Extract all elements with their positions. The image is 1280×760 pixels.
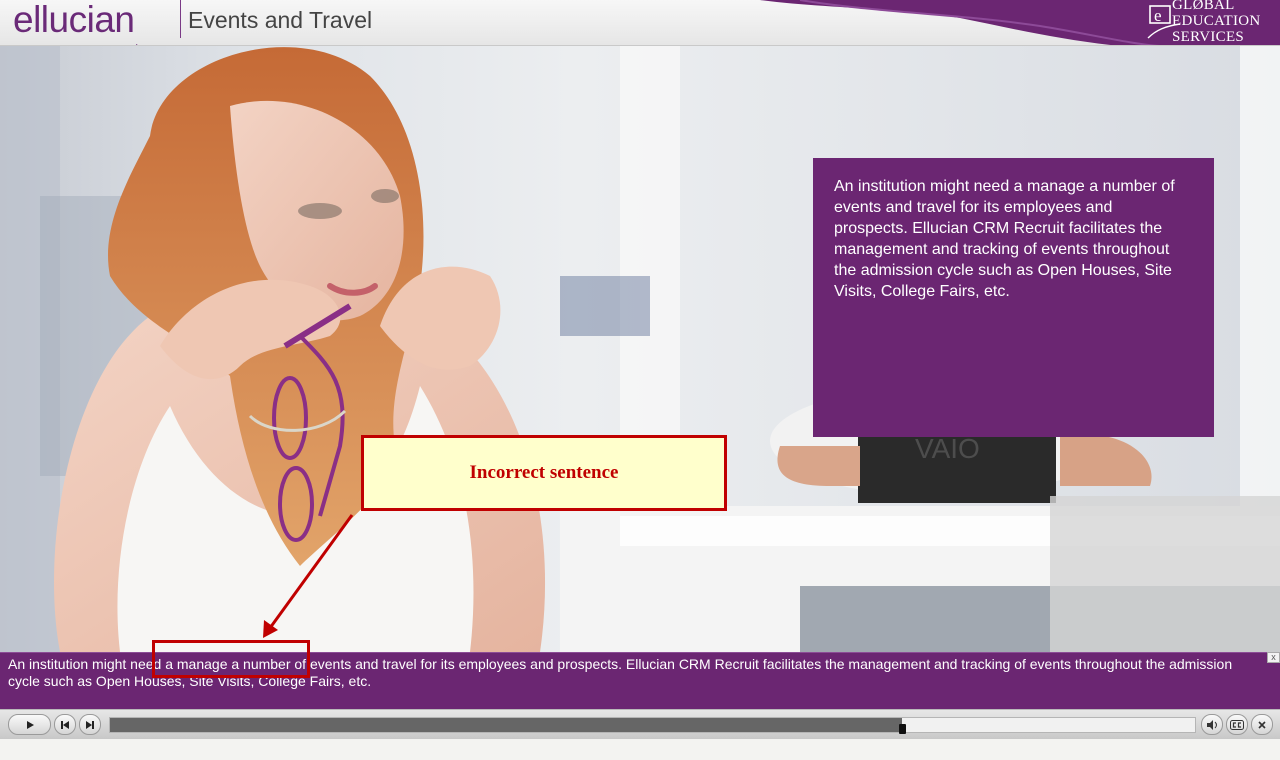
annotation-callout: Incorrect sentence [361,435,727,511]
progress-scrubber-handle[interactable] [899,724,907,734]
ellucian-logo: ellucian. [13,0,138,46]
annotation-arrow-icon [263,514,354,638]
close-player-button[interactable] [1251,714,1273,735]
closed-captions-button[interactable] [1226,714,1248,735]
brand-mark-letter: e [1154,6,1162,25]
speaker-icon [1207,719,1217,730]
player-control-bar [0,709,1280,739]
volume-button[interactable] [1201,714,1223,735]
previous-button[interactable] [54,714,76,735]
course-player-window: ellucian. Events and Travel e GLØBAL EDU… [0,0,1280,760]
annotation-highlight-box [152,640,310,678]
slide-photo: VAIO An institution might need a manage … [0,46,1280,652]
play-button[interactable] [8,714,51,735]
footer-strip [0,739,1280,760]
cc-icon [1230,719,1244,730]
svg-text:VAIO: VAIO [915,433,980,464]
slide-body-text: An institution might need a manage a num… [834,178,1175,300]
caption-close-button[interactable]: x [1267,652,1280,663]
slide-text-panel: An institution might need a manage a num… [813,158,1214,437]
skip-forward-icon [86,720,94,729]
progress-track[interactable] [109,717,1196,734]
progress-fill [110,718,903,732]
page-title: Events and Travel [188,7,373,33]
skip-back-icon [61,720,69,729]
brand-text: GLØBAL EDUCATION SERVICES [1172,0,1261,45]
next-button[interactable] [79,714,101,735]
play-icon [26,720,34,729]
close-icon [1258,720,1266,729]
header-bar: ellucian. Events and Travel e GLØBAL EDU… [0,0,1280,46]
header-divider [180,0,181,38]
annotation-label: Incorrect sentence [469,462,619,483]
